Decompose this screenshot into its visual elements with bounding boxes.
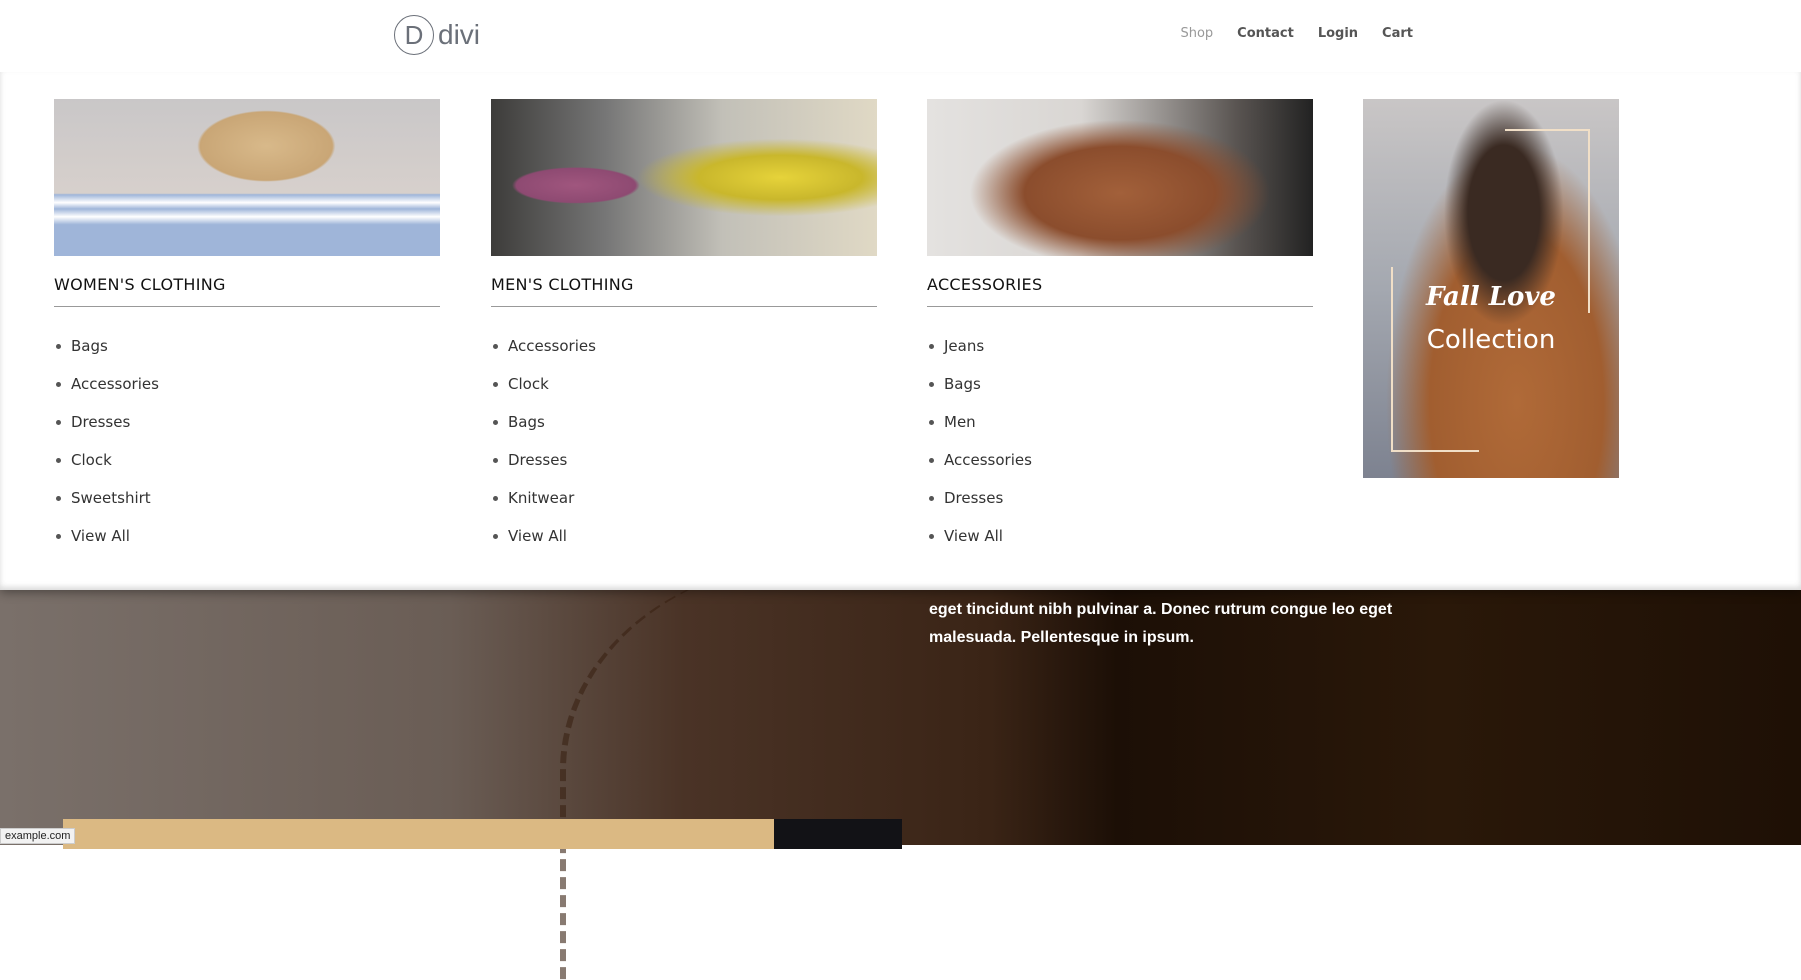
menu-link-item: Dresses xyxy=(491,441,877,479)
nav-cart[interactable]: Cart xyxy=(1382,26,1413,41)
nav-login[interactable]: Login xyxy=(1318,26,1358,41)
hero-text-line: malesuada. Pellentesque in ipsum. xyxy=(929,629,1194,646)
womens-clothing-image[interactable] xyxy=(54,99,440,256)
bullet-icon xyxy=(493,419,498,425)
menu-link-item: View All xyxy=(54,517,440,555)
bullet-icon xyxy=(56,457,61,463)
menu-link[interactable]: Jeans xyxy=(944,337,984,355)
fall-collection-promo[interactable]: Fall Love Collection xyxy=(1363,99,1619,478)
menu-link[interactable]: Knitwear xyxy=(508,489,574,507)
menu-link[interactable]: Bags xyxy=(944,375,981,393)
menu-link-item: Clock xyxy=(491,365,877,403)
column-title: ACCESSORIES xyxy=(927,275,1313,307)
bullet-icon xyxy=(493,457,498,463)
main-nav: Shop Contact Login Cart xyxy=(1180,26,1413,41)
menu-link[interactable]: View All xyxy=(71,527,130,545)
column-links: Jeans Bags Men Accessories Dresses View All xyxy=(927,327,1313,555)
hero-text-line: eget tincidunt nibh pulvinar a. Donec ru… xyxy=(929,601,1393,618)
menu-link-item: Accessories xyxy=(491,327,877,365)
bullet-icon xyxy=(56,419,61,425)
bullet-icon xyxy=(493,381,498,387)
bullet-icon xyxy=(929,457,934,463)
column-title: WOMEN'S CLOTHING xyxy=(54,275,440,307)
site-header: D divi Shop Contact Login Cart xyxy=(0,0,1801,72)
menu-link-item: Sweetshirt xyxy=(54,479,440,517)
column-links: Bags Accessories Dresses Clock Sweetshirt Vie… xyxy=(54,327,440,555)
menu-column-mens: MEN'S CLOTHING Accessories Clock Bags Dress… xyxy=(491,99,877,555)
menu-link-item: Accessories xyxy=(927,441,1313,479)
menu-link-item: Men xyxy=(927,403,1313,441)
bullet-icon xyxy=(929,381,934,387)
menu-link-item: Knitwear xyxy=(491,479,877,517)
bullet-icon xyxy=(929,419,934,425)
menu-link[interactable]: Dresses xyxy=(944,489,1003,507)
mega-menu: WOMEN'S CLOTHING Bags Accessories Dresses C… xyxy=(0,72,1801,590)
menu-link[interactable]: Accessories xyxy=(71,375,159,393)
menu-link-item: Bags xyxy=(54,327,440,365)
menu-column-womens: WOMEN'S CLOTHING Bags Accessories Dresses C… xyxy=(54,99,440,555)
menu-link[interactable]: Men xyxy=(944,413,976,431)
menu-link[interactable]: Accessories xyxy=(508,337,596,355)
bullet-icon xyxy=(929,495,934,501)
menu-link[interactable]: Accessories xyxy=(944,451,1032,469)
logo[interactable]: D divi xyxy=(394,15,480,55)
menu-link[interactable]: Sweetshirt xyxy=(71,489,151,507)
column-title: MEN'S CLOTHING xyxy=(491,275,877,307)
menu-link-item: Jeans xyxy=(927,327,1313,365)
status-bar-url: example.com xyxy=(0,828,76,844)
menu-link[interactable]: View All xyxy=(508,527,567,545)
menu-link-item: Dresses xyxy=(54,403,440,441)
promo-title: Fall Love xyxy=(1426,282,1556,312)
bullet-icon xyxy=(929,343,934,349)
menu-link-item: Accessories xyxy=(54,365,440,403)
menu-link-item: View All xyxy=(491,517,877,555)
logo-text: divi xyxy=(438,19,481,50)
bullet-icon xyxy=(56,343,61,349)
bullet-icon xyxy=(56,495,61,501)
menu-link-item: View All xyxy=(927,517,1313,555)
bullet-icon xyxy=(493,495,498,501)
bullet-icon xyxy=(56,381,61,387)
column-links: Accessories Clock Bags Dresses Knitwear View … xyxy=(491,327,877,555)
bullet-icon xyxy=(929,533,934,539)
menu-link-item: Bags xyxy=(927,365,1313,403)
bullet-icon xyxy=(493,343,498,349)
promo-subtitle: Collection xyxy=(1426,325,1556,355)
menu-link[interactable]: Bags xyxy=(508,413,545,431)
logo-mark: D xyxy=(394,15,434,55)
menu-link[interactable]: Bags xyxy=(71,337,108,355)
menu-link-item: Clock xyxy=(54,441,440,479)
hero-text: eget tincidunt nibh pulvinar a. Donec ru… xyxy=(929,596,1409,652)
menu-column-accessories: ACCESSORIES Jeans Bags Men Accessories Dress… xyxy=(927,99,1313,555)
menu-link[interactable]: Dresses xyxy=(71,413,130,431)
menu-link[interactable]: View All xyxy=(944,527,1003,545)
bullet-icon xyxy=(493,533,498,539)
bullet-icon xyxy=(56,533,61,539)
menu-link[interactable]: Clock xyxy=(508,375,549,393)
nav-shop[interactable]: Shop xyxy=(1180,26,1213,41)
accessories-image[interactable] xyxy=(927,99,1313,256)
menu-link[interactable]: Dresses xyxy=(508,451,567,469)
nav-contact[interactable]: Contact xyxy=(1237,26,1294,41)
menu-link-item: Dresses xyxy=(927,479,1313,517)
menu-link-item: Bags xyxy=(491,403,877,441)
menu-link[interactable]: Clock xyxy=(71,451,112,469)
mens-clothing-image[interactable] xyxy=(491,99,877,256)
